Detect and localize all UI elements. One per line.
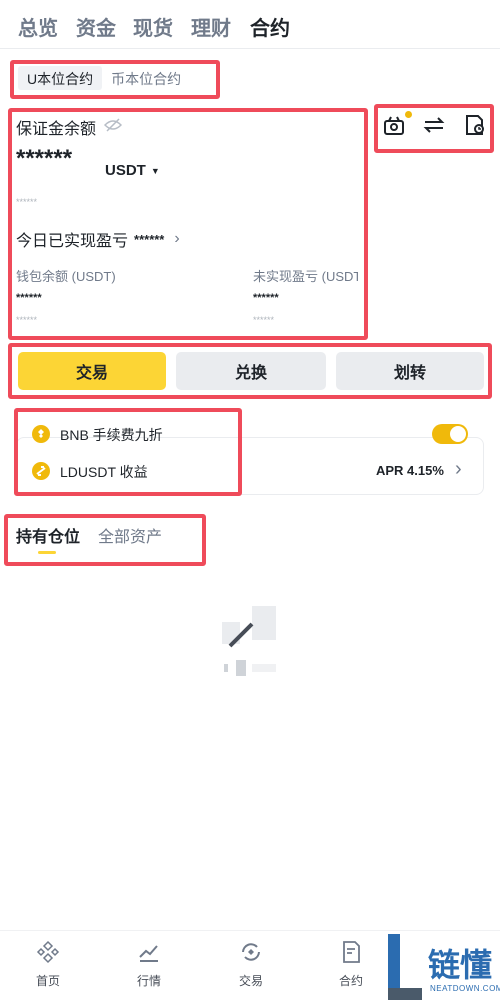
watermark-url: NEATDOWN.COM <box>430 984 500 993</box>
nav-overview[interactable]: 总览 <box>18 12 58 41</box>
bottom-tab-home-label: 首页 <box>35 974 60 988</box>
highlight-box-segment <box>10 60 220 99</box>
highlight-box-features <box>14 408 242 496</box>
nav-funding[interactable]: 资金 <box>76 12 116 41</box>
divider <box>0 48 500 49</box>
nav-spot[interactable]: 现货 <box>133 12 173 41</box>
empty-state-icon <box>222 606 278 681</box>
bottom-tab-markets[interactable]: 行情 <box>119 940 179 989</box>
top-nav: 总览 资金 现货 理财 合约 <box>0 0 500 50</box>
highlight-box-tabs <box>4 514 206 566</box>
bottom-tab-home[interactable]: 首页 <box>18 940 78 989</box>
home-icon <box>36 940 60 964</box>
apr-value: APR 4.15% <box>376 463 444 478</box>
trade-cycle-icon <box>242 943 260 961</box>
bottom-tab-trade-label: 交易 <box>238 974 263 988</box>
watermark-brand: 链懂 <box>428 947 493 983</box>
watermark-logo: 链懂 NEATDOWN.COM <box>386 934 500 1003</box>
nav-futures[interactable]: 合约 <box>250 12 290 41</box>
bottom-tab-trade[interactable]: 交易 <box>221 940 281 989</box>
bottom-tab-markets-label: 行情 <box>136 974 161 988</box>
chevron-right-icon[interactable]: › <box>455 458 462 481</box>
watermark-l-horizontal <box>388 988 422 1000</box>
bottom-tab-futures[interactable]: 合约 <box>321 940 381 989</box>
nav-earn[interactable]: 理财 <box>191 12 231 41</box>
document-icon <box>343 941 360 963</box>
highlight-box-balance <box>8 108 368 340</box>
chart-icon <box>139 945 158 962</box>
highlight-box-actions <box>8 343 492 399</box>
highlight-box-icons <box>374 104 494 153</box>
bottom-tab-futures-label: 合约 <box>338 974 363 988</box>
bnb-fee-toggle[interactable] <box>432 424 468 444</box>
